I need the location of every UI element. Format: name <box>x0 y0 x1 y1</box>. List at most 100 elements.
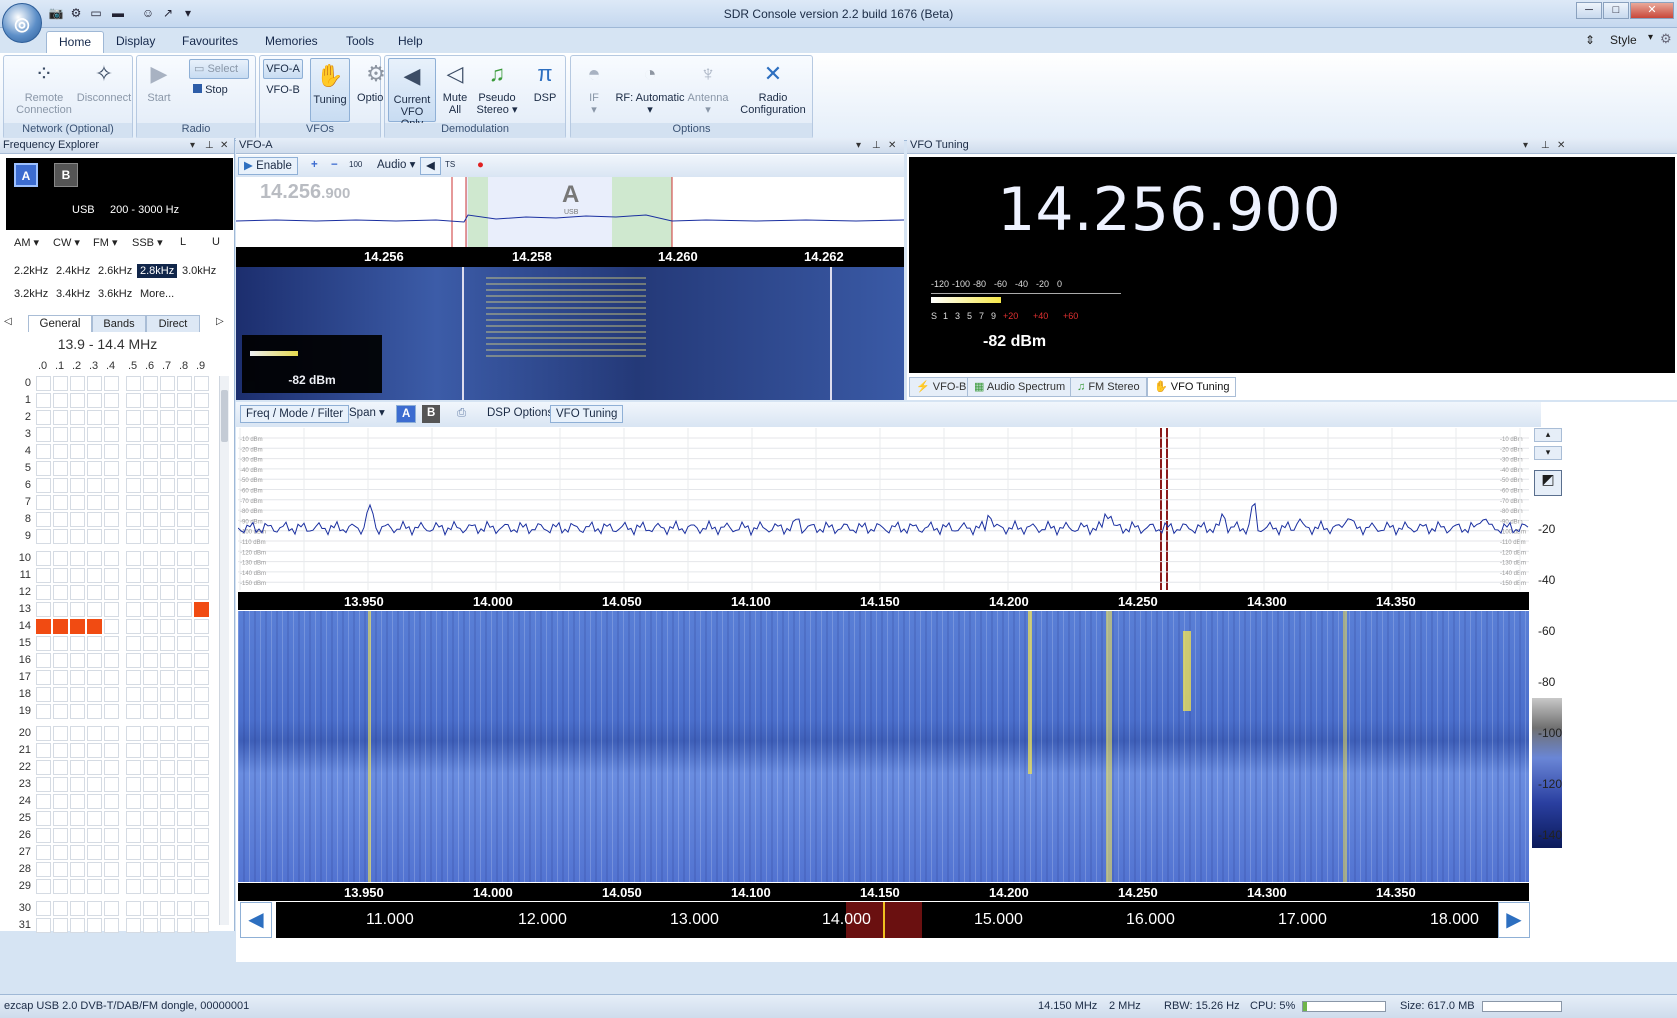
grid-cell[interactable] <box>160 879 175 894</box>
grid-cell[interactable] <box>194 410 209 425</box>
grid-cell[interactable] <box>87 811 102 826</box>
main-vfo-b-button[interactable]: B <box>422 405 441 423</box>
grid-cell[interactable] <box>194 478 209 493</box>
vfo-a-spectrum[interactable]: 14.256.900 A USB <box>236 177 904 247</box>
grid-cell[interactable] <box>104 704 119 719</box>
grid-cell[interactable] <box>104 670 119 685</box>
grid-cell[interactable] <box>143 794 158 809</box>
grid-cell[interactable] <box>143 427 158 442</box>
grid-cell[interactable] <box>53 602 68 617</box>
grid-cell[interactable] <box>104 794 119 809</box>
grid-cell[interactable] <box>104 845 119 860</box>
grid-cell[interactable] <box>194 794 209 809</box>
grid-cell[interactable] <box>160 478 175 493</box>
grid-cell[interactable] <box>36 653 51 668</box>
grid-cell[interactable] <box>194 862 209 877</box>
spectrum-settings-icon[interactable]: ◩ <box>1534 470 1562 496</box>
grid-cell[interactable] <box>194 704 209 719</box>
grid-cell[interactable] <box>53 743 68 758</box>
current-vfo-only-button[interactable]: ◀ Current VFO Only <box>388 58 436 130</box>
grid-cell[interactable] <box>36 845 51 860</box>
grid-cell[interactable] <box>143 862 158 877</box>
bandwidth-3.0[interactable]: 3.0kHz <box>179 264 219 278</box>
radio-configuration-button[interactable]: ✕ Radio Configuration <box>737 60 809 116</box>
grid-cell[interactable] <box>87 529 102 544</box>
grid-cell[interactable] <box>70 687 85 702</box>
vfo-a-waterfall[interactable]: -82 dBm <box>236 267 904 400</box>
grid-cell[interactable] <box>53 777 68 792</box>
grid-cell[interactable] <box>160 585 175 600</box>
grid-cell[interactable] <box>177 777 192 792</box>
tab-display[interactable]: Display <box>104 31 167 53</box>
panel-menu-icon[interactable]: ▾ <box>190 138 195 153</box>
grid-cell[interactable] <box>36 760 51 775</box>
grid-cell[interactable] <box>53 376 68 391</box>
pin-icon[interactable]: ⊥ <box>1541 138 1550 153</box>
grid-cell[interactable] <box>160 743 175 758</box>
grid-cell[interactable] <box>36 551 51 566</box>
grid-cell[interactable] <box>126 585 141 600</box>
grid-cell[interactable] <box>104 602 119 617</box>
grid-cell[interactable] <box>53 670 68 685</box>
grid-cell[interactable] <box>143 529 158 544</box>
grid-cell[interactable] <box>70 918 85 933</box>
grid-cell[interactable] <box>177 619 192 634</box>
grid-cell[interactable] <box>126 777 141 792</box>
grid-cell[interactable] <box>177 653 192 668</box>
grid-cell[interactable] <box>87 568 102 583</box>
grid-cell[interactable] <box>160 427 175 442</box>
grid-cell[interactable] <box>126 901 141 916</box>
grid-cell[interactable] <box>70 743 85 758</box>
main-waterfall[interactable] <box>238 611 1529 882</box>
grid-cell[interactable] <box>104 653 119 668</box>
grid-cell[interactable] <box>177 760 192 775</box>
enable-button[interactable]: ▶ Enable <box>238 157 298 175</box>
grid-cell[interactable] <box>126 653 141 668</box>
grid-cell[interactable] <box>53 828 68 843</box>
grid-cell[interactable] <box>53 478 68 493</box>
tuned-frequency[interactable]: 14.256.900 <box>909 175 1429 245</box>
grid-cell[interactable] <box>104 427 119 442</box>
grid-cell[interactable] <box>194 585 209 600</box>
grid-cell[interactable] <box>87 512 102 527</box>
grid-cell[interactable] <box>87 901 102 916</box>
grid-cell[interactable] <box>70 653 85 668</box>
grid-cell[interactable] <box>194 551 209 566</box>
grid-cell[interactable] <box>36 862 51 877</box>
grid-cell[interactable] <box>70 760 85 775</box>
grid-cell[interactable] <box>36 427 51 442</box>
grid-cell[interactable] <box>53 636 68 651</box>
grid-cell[interactable] <box>126 461 141 476</box>
grid-cell[interactable] <box>126 427 141 442</box>
print-icon[interactable]: ⎙ <box>452 405 471 423</box>
start-button[interactable]: ▶ Start <box>141 60 177 104</box>
tab-help[interactable]: Help <box>386 31 435 53</box>
grid-cell[interactable] <box>36 794 51 809</box>
grid-cell[interactable] <box>36 743 51 758</box>
grid-cell[interactable] <box>160 636 175 651</box>
freq-mode-filter-button[interactable]: Freq / Mode / Filter <box>240 405 350 423</box>
mode-lsb-button[interactable]: L <box>180 236 186 248</box>
grid-cell[interactable] <box>126 794 141 809</box>
grid-cell[interactable] <box>126 410 141 425</box>
grid-cell[interactable] <box>87 602 102 617</box>
disconnect-button[interactable]: ✧ Disconnect <box>72 60 136 104</box>
grid-cell[interactable] <box>87 461 102 476</box>
grid-cell[interactable] <box>143 495 158 510</box>
grid-cell[interactable] <box>194 777 209 792</box>
tabs-left-arrow-icon[interactable]: ◁ <box>4 316 12 327</box>
grid-cell[interactable] <box>87 376 102 391</box>
grid-cell[interactable] <box>143 828 158 843</box>
grid-cell[interactable] <box>87 444 102 459</box>
grid-cell[interactable] <box>194 670 209 685</box>
grid-cell[interactable] <box>87 743 102 758</box>
grid-cell[interactable] <box>36 879 51 894</box>
grid-cell[interactable] <box>53 461 68 476</box>
grid-cell[interactable] <box>70 879 85 894</box>
grid-cell[interactable] <box>36 901 51 916</box>
main-vfo-a-button[interactable]: A <box>396 405 417 423</box>
grid-cell[interactable] <box>53 862 68 877</box>
scale-up-button[interactable]: ▴ <box>1534 428 1562 442</box>
grid-cell[interactable] <box>36 811 51 826</box>
grid-cell[interactable] <box>177 427 192 442</box>
